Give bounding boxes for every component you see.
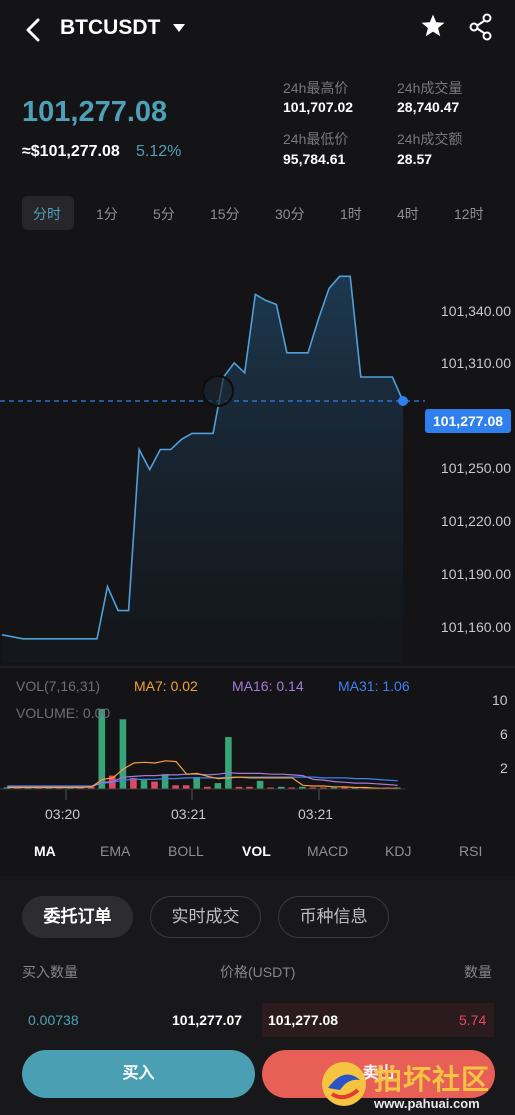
- trading-pair-title[interactable]: BTCUSDT: [60, 16, 160, 40]
- time-axis-label: 03:21: [298, 806, 334, 822]
- tab-interval-1h[interactable]: 1时: [340, 204, 362, 224]
- tab-indicator-ma[interactable]: MA: [34, 843, 56, 859]
- col-buy-quantity: 买入数量: [22, 964, 78, 980]
- tab-orders[interactable]: 委托订单: [22, 896, 133, 938]
- tab-interval-4h[interactable]: 4时: [397, 204, 419, 224]
- price-chart[interactable]: 101,340.00 101,310.00 101,250.00 101,220…: [0, 240, 515, 830]
- tab-indicator-ema[interactable]: EMA: [100, 843, 130, 859]
- share-icon[interactable]: [468, 13, 494, 41]
- tab-indicator-kdj[interactable]: KDJ: [385, 843, 411, 859]
- col-quantity: 数量: [464, 964, 492, 980]
- tab-interval-1m[interactable]: 1分: [96, 204, 118, 224]
- low-24h-value: 95,784.61: [283, 151, 346, 167]
- tab-interval-15m[interactable]: 15分: [210, 204, 240, 224]
- volume-bar: [193, 777, 200, 789]
- top-bar: BTCUSDT: [0, 0, 515, 60]
- turnover-24h-value: 28.57: [397, 151, 433, 167]
- buy-button[interactable]: 买入: [22, 1050, 255, 1098]
- volume-bar: [161, 774, 169, 789]
- low-24h-label: 24h最低价: [283, 131, 349, 147]
- tab-indicator-macd[interactable]: MACD: [307, 843, 348, 859]
- back-arrow-icon[interactable]: [22, 16, 44, 44]
- tab-interval-5m[interactable]: 5分: [153, 204, 175, 224]
- vol-indicator-header: VOL(7,16,31): [16, 678, 101, 694]
- bid-price: 101,277.07: [172, 1012, 243, 1028]
- current-price-dot: [398, 395, 408, 406]
- ma16-value: MA16: 0.14: [232, 678, 304, 694]
- volume-bar: [225, 737, 232, 789]
- tab-interval-timeshare[interactable]: 分时: [33, 204, 61, 224]
- indicator-tabs: MA EMA BOLL VOL MACD KDJ RSI: [0, 836, 515, 870]
- star-icon[interactable]: [420, 13, 446, 39]
- volume-24h-value: 28,740.47: [397, 99, 460, 115]
- volume-axis-tick: 6: [500, 726, 508, 742]
- tab-interval-12h[interactable]: 12时: [454, 204, 484, 224]
- price-axis-tick: 101,340.00: [440, 303, 511, 319]
- tab-indicator-boll[interactable]: BOLL: [168, 843, 204, 859]
- price-chart-canvas[interactable]: [0, 240, 515, 830]
- high-24h-label: 24h最高价: [283, 80, 349, 96]
- buy-quantity: 0.00738: [28, 1012, 79, 1028]
- high-24h-value: 101,707.02: [283, 99, 354, 115]
- price-axis-tick: 101,220.00: [440, 513, 511, 529]
- volume-value: VOLUME: 0.00: [16, 705, 111, 721]
- price-change-percent: 5.12%: [136, 143, 182, 160]
- current-price-tag: 101,277.08: [425, 409, 511, 433]
- crosshair-circle[interactable]: [202, 374, 234, 407]
- volume-bar: [256, 780, 264, 789]
- price-area-fill: [2, 276, 403, 663]
- ma7-line: [7, 760, 398, 789]
- turnover-24h-label: 24h成交额: [397, 131, 463, 147]
- col-price: 价格(USDT): [220, 964, 296, 980]
- tab-interval-30m[interactable]: 30分: [275, 204, 305, 224]
- volume-bar: [182, 785, 190, 789]
- volume-bar: [140, 780, 148, 789]
- volume-bar: [214, 783, 222, 789]
- volume-axis-tick: 10: [492, 692, 508, 708]
- watermark-title: 拍坏社区: [374, 1064, 491, 1095]
- order-book-row[interactable]: 0.00738 101,277.07 101,277.08 5.74: [0, 1003, 515, 1037]
- tab-indicator-vol[interactable]: VOL: [242, 843, 271, 859]
- sell-quantity: 5.74: [459, 1012, 487, 1028]
- last-price: 101,277.08: [22, 96, 168, 128]
- caret-down-icon[interactable]: [172, 22, 186, 34]
- tab-recent-trades[interactable]: 实时成交: [150, 896, 261, 938]
- tab-coin-info[interactable]: 币种信息: [278, 896, 389, 938]
- time-axis-label: 03:21: [171, 806, 207, 822]
- watermark-logo-icon: [322, 1062, 366, 1106]
- volume-bar: [172, 785, 179, 789]
- watermark-overlay: 拍坏社区 www.pahuai.com: [318, 1058, 510, 1115]
- price-axis-tick: 101,310.00: [440, 355, 511, 371]
- ma7-value: MA7: 0.02: [134, 678, 198, 694]
- watermark-url: www.pahuai.com: [374, 1096, 480, 1111]
- interval-tabs: 分时 1分 5分 15分 30分 1时 4时 12时: [0, 196, 515, 232]
- ask-price: 101,277.08: [268, 1012, 339, 1028]
- price-axis-tick: 101,250.00: [440, 460, 511, 476]
- volume-axis-tick: 2: [500, 760, 508, 776]
- time-axis-label: 03:20: [45, 806, 81, 822]
- price-axis-tick: 101,160.00: [440, 619, 511, 635]
- price-axis-tick: 101,190.00: [440, 566, 511, 582]
- volume-bar: [151, 781, 158, 789]
- ma31-value: MA31: 1.06: [338, 678, 410, 694]
- tab-indicator-rsi[interactable]: RSI: [459, 843, 482, 859]
- price-usd-approx: ≈$101,277.08: [22, 143, 120, 160]
- volume-24h-label: 24h成交量: [397, 80, 463, 96]
